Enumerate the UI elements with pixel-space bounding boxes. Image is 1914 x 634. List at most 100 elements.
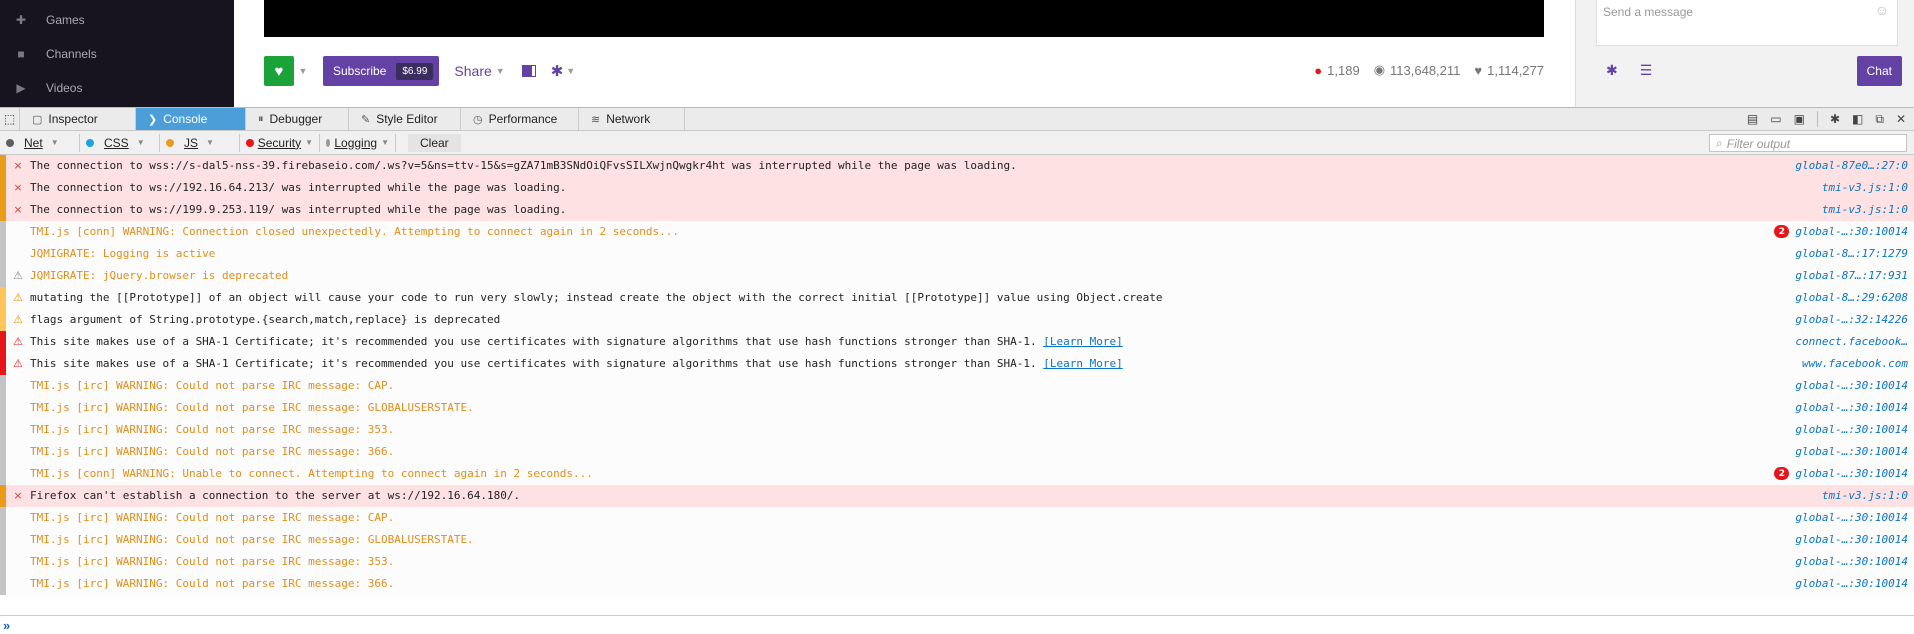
console-message-row[interactable]: ⚠ This site makes use of a SHA-1 Certific…: [0, 330, 1914, 353]
message-source-link[interactable]: global-…:30:10014: [1795, 533, 1914, 546]
message-source-link[interactable]: global-…:32:14226: [1795, 313, 1914, 326]
devtools-toolbar: ⬚ ▢ Inspector ❯ Console ⏸ Debugger ✎ Sty…: [0, 107, 1914, 131]
tab-performance[interactable]: ◷ Performance: [461, 108, 579, 130]
dock-side-icon[interactable]: ◧: [1852, 112, 1863, 126]
message-source-link[interactable]: global-…:30:10014: [1795, 555, 1914, 568]
video-player[interactable]: [264, 0, 1544, 37]
message-source-link[interactable]: connect.facebook…: [1795, 335, 1914, 348]
message-source-link[interactable]: global-…:30:10014: [1795, 401, 1914, 414]
responsive-design-icon[interactable]: ▭: [1770, 112, 1781, 126]
element-picker-icon[interactable]: ⬚: [0, 108, 20, 130]
separate-window-icon[interactable]: ⧉: [1875, 112, 1884, 127]
message-body: The connection to ws://192.16.64.213/ wa…: [30, 181, 567, 194]
console-message-row[interactable]: × The connection to ws://192.16.64.213/ w…: [0, 176, 1914, 199]
console-message-row[interactable]: TMI.js [irc] WARNING: Could not parse IR…: [0, 396, 1914, 419]
chevron-down-icon: ▼: [495, 66, 505, 76]
console-message-row[interactable]: JQMIGRATE: Logging is active global-8…:17…: [0, 242, 1914, 265]
message-source-link[interactable]: global-87…:17:931: [1795, 269, 1914, 282]
sidebar-item-channels[interactable]: ■ Channels: [12, 44, 96, 64]
filter-security-button[interactable]: Security ▼: [240, 133, 320, 152]
message-source-link[interactable]: global-…:30:10014: [1795, 445, 1914, 458]
message-source-link[interactable]: tmi-v3.js:1:0: [1822, 181, 1914, 194]
learn-more-link[interactable]: [Learn More]: [1043, 335, 1122, 348]
message-body: flags argument of String.prototype.{sear…: [30, 313, 501, 326]
warning-icon: ⚠: [13, 335, 23, 348]
console-message-row[interactable]: TMI.js [irc] WARNING: Could not parse IR…: [0, 418, 1914, 441]
tab-style-editor[interactable]: ✎ Style Editor: [349, 108, 461, 130]
debugger-icon: ⏸: [258, 112, 264, 125]
console-message-row[interactable]: TMI.js [irc] WARNING: Could not parse IR…: [0, 440, 1914, 463]
message-source-link[interactable]: 2 global-…:30:10014: [1774, 467, 1914, 480]
screenshot-icon[interactable]: ▣: [1794, 112, 1805, 126]
console-message-row[interactable]: ⚠ flags argument of String.prototype.{sea…: [0, 308, 1914, 331]
severity-bar: [0, 396, 6, 419]
message-source-link[interactable]: global-…:30:10014: [1795, 511, 1914, 524]
message-source-link[interactable]: global-8…:29:6208: [1795, 291, 1914, 304]
chat-settings-gear-icon[interactable]: ✱: [1606, 62, 1618, 79]
tab-inspector[interactable]: ▢ Inspector: [20, 108, 136, 130]
console-message-row[interactable]: TMI.js [conn] WARNING: Connection closed…: [0, 220, 1914, 243]
message-source-link[interactable]: global-…:30:10014: [1795, 423, 1914, 436]
console-message-row[interactable]: TMI.js [conn] WARNING: Unable to connect…: [0, 462, 1914, 485]
split-console-icon[interactable]: ▤: [1747, 112, 1758, 126]
severity-bar: [0, 528, 6, 551]
message-source-link[interactable]: global-8…:17:1279: [1795, 247, 1914, 260]
console-message-text: The connection to ws://199.9.253.119/ wa…: [30, 203, 1822, 216]
console-message-row[interactable]: × Firefox can't establish a connection to…: [0, 484, 1914, 507]
tab-debugger[interactable]: ⏸ Debugger: [246, 108, 349, 130]
toolbox-options-gear-icon[interactable]: ✱: [1830, 112, 1840, 126]
tab-console[interactable]: ❯ Console: [136, 108, 246, 130]
console-input[interactable]: »: [0, 615, 1914, 634]
follower-count-value: 1,114,277: [1487, 62, 1544, 78]
viewer-list-icon[interactable]: ☰: [1640, 62, 1653, 79]
console-message-text: TMI.js [irc] WARNING: Could not parse IR…: [30, 577, 1795, 590]
sidebar-item-videos[interactable]: ▶ Videos: [12, 78, 82, 98]
subscribe-price: $6.99: [396, 62, 434, 80]
chat-message-input[interactable]: Send a message ☺: [1596, 0, 1898, 46]
share-button[interactable]: Share ▼: [454, 63, 504, 79]
console-message-row[interactable]: TMI.js [irc] WARNING: Could not parse IR…: [0, 528, 1914, 551]
filter-logging-button[interactable]: Logging ▼: [320, 133, 396, 152]
console-message-row[interactable]: × The connection to ws://199.9.253.119/ w…: [0, 198, 1914, 221]
subscribe-button[interactable]: Subscribe $6.99: [323, 56, 440, 86]
console-message-text: This site makes use of a SHA-1 Certifica…: [30, 335, 1795, 348]
chevron-down-icon: ▼: [206, 138, 214, 147]
learn-more-link[interactable]: [Learn More]: [1043, 357, 1122, 370]
filter-net-button[interactable]: Net ▼: [0, 133, 80, 152]
message-source-link[interactable]: global-87e0…:27:0: [1795, 159, 1914, 172]
sidebar-item-games[interactable]: ✚ Games: [12, 10, 85, 30]
settings-gear-icon[interactable]: ✱: [551, 62, 564, 80]
console-message-text: TMI.js [conn] WARNING: Unable to connect…: [30, 467, 1774, 480]
console-message-row[interactable]: × The connection to wss://s-dal5-nss-39.f…: [0, 154, 1914, 177]
console-message-row[interactable]: TMI.js [irc] WARNING: Could not parse IR…: [0, 550, 1914, 573]
source-location: global-87e0…:27:0: [1795, 159, 1908, 172]
message-source-link[interactable]: global-…:30:10014: [1795, 577, 1914, 590]
message-source-link[interactable]: www.facebook.com: [1802, 357, 1914, 370]
follow-dropdown-button[interactable]: ▼: [294, 56, 312, 86]
follow-button[interactable]: ♥: [264, 56, 294, 86]
filter-css-button[interactable]: CSS ▼: [80, 133, 160, 152]
message-source-link[interactable]: 2 global-…:30:10014: [1774, 225, 1914, 238]
sidebar-item-label: Games: [46, 13, 85, 27]
inspector-icon: ▢: [32, 113, 43, 126]
chat-send-button[interactable]: Chat: [1856, 56, 1902, 86]
console-message-row[interactable]: ⚠ JQMIGRATE: jQuery.browser is deprecated…: [0, 264, 1914, 287]
console-message-row[interactable]: ⚠ mutating the [[Prototype]] of an object…: [0, 286, 1914, 309]
close-icon[interactable]: ✕: [1896, 112, 1906, 126]
chevron-down-icon[interactable]: ▼: [566, 66, 575, 76]
filter-js-button[interactable]: JS ▼: [160, 133, 240, 152]
message-body: TMI.js [irc] WARNING: Could not parse IR…: [30, 577, 395, 590]
console-message-row[interactable]: TMI.js [irc] WARNING: Could not parse IR…: [0, 572, 1914, 595]
message-source-link[interactable]: tmi-v3.js:1:0: [1822, 489, 1914, 502]
tab-network[interactable]: ≋ Network: [579, 108, 685, 130]
theatre-mode-icon[interactable]: [521, 65, 536, 77]
emoticon-icon[interactable]: ☺: [1875, 2, 1889, 18]
clear-console-button[interactable]: Clear: [408, 133, 461, 152]
console-message-row[interactable]: ⚠ This site makes use of a SHA-1 Certific…: [0, 352, 1914, 375]
message-source-link[interactable]: tmi-v3.js:1:0: [1822, 203, 1914, 216]
console-message-text: TMI.js [irc] WARNING: Could not parse IR…: [30, 445, 1795, 458]
message-source-link[interactable]: global-…:30:10014: [1795, 379, 1914, 392]
console-message-row[interactable]: TMI.js [irc] WARNING: Could not parse IR…: [0, 506, 1914, 529]
console-message-row[interactable]: TMI.js [irc] WARNING: Could not parse IR…: [0, 374, 1914, 397]
filter-output-input[interactable]: ⌕ Filter output: [1709, 134, 1907, 152]
